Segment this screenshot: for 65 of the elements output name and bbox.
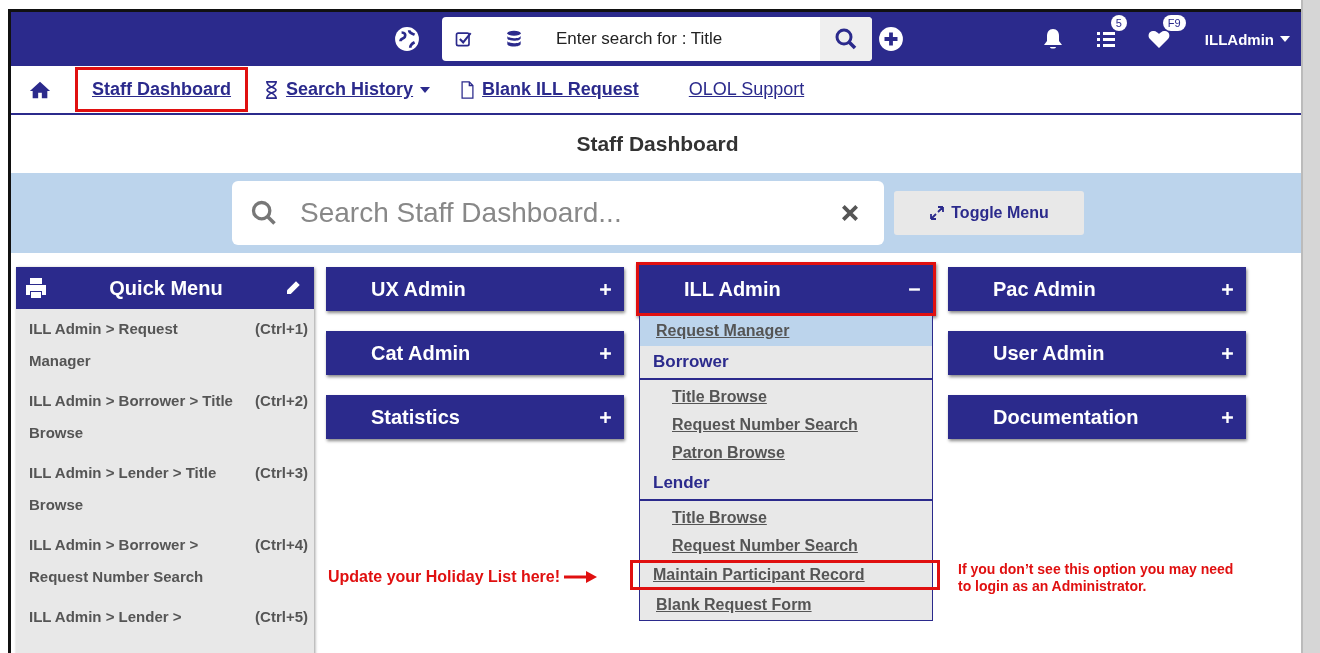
plus-icon	[599, 410, 612, 424]
menu-heading: Borrower	[640, 346, 932, 380]
document-icon[interactable]	[460, 80, 476, 99]
panel-header[interactable]: ILL Admin	[636, 262, 936, 316]
plus-icon	[599, 282, 612, 296]
user-menu[interactable]: ILLAdmin	[1198, 29, 1296, 49]
count-badge: 5	[1110, 15, 1127, 31]
plus-icon	[1221, 346, 1234, 360]
search-placeholder: Enter search for : Title	[556, 29, 724, 49]
nav-link[interactable]: Staff Dashboard	[75, 67, 249, 112]
menu-link[interactable]: Title Browse	[640, 504, 932, 532]
arrow-icon	[564, 570, 599, 584]
printer-icon[interactable]	[24, 276, 48, 300]
search-icon	[834, 27, 858, 51]
database-icon[interactable]	[504, 29, 524, 49]
annotation-text: If you don’t see this option you may need to login as an Administrator.	[958, 561, 1235, 595]
panel-header[interactable]: Cat Admin	[326, 331, 624, 375]
quick-menu-link[interactable]: ILL Admin > Lender >	[29, 601, 234, 633]
quick-menu-link[interactable]: ILL Admin > Lender > Title Browse	[29, 457, 234, 521]
pencil-icon[interactable]	[284, 279, 302, 297]
panel-title: Quick Menu	[108, 276, 224, 300]
search-placeholder: Search Staff Dashboard...	[300, 197, 623, 229]
caret-icon[interactable]	[420, 86, 431, 93]
search-field[interactable]: Search Staff Dashboard...	[232, 181, 884, 245]
toggle-menu-button[interactable]: Toggle Menu	[894, 191, 1084, 235]
quick-menu-link[interactable]: ILL Admin > Borrower > Request Number Search	[29, 529, 234, 593]
panel-header[interactable]: UX Admin	[326, 267, 624, 311]
search-button[interactable]	[820, 17, 872, 61]
caret-icon	[1280, 36, 1290, 42]
panel-header[interactable]: Pac Admin	[948, 267, 1246, 311]
nav-link[interactable]: OLOL Support	[671, 67, 822, 112]
plus-icon	[1221, 410, 1234, 424]
globe-icon[interactable]	[394, 26, 420, 52]
nav-link[interactable]: Blank ILL Request	[475, 67, 656, 112]
plus-icon	[599, 346, 612, 360]
annotation-text: Update your Holiday List here!	[328, 568, 561, 586]
menu-link[interactable]: Request Manager	[640, 316, 932, 346]
shortcut-text: (Ctrl+2)	[255, 391, 308, 411]
close-icon[interactable]	[840, 203, 860, 223]
shortcut-text: (Ctrl+4)	[255, 535, 308, 555]
nav-link[interactable]: Search History	[279, 67, 417, 112]
menu-link[interactable]: Blank Request Form	[640, 590, 932, 620]
shortcut-badge: F9	[1162, 15, 1186, 31]
expand-icon	[929, 205, 946, 221]
add-icon[interactable]	[878, 26, 904, 52]
shortcut-text: (Ctrl+1)	[255, 319, 308, 339]
menu-link[interactable]: Request Number Search	[640, 411, 932, 439]
quick-menu-link[interactable]: ILL Admin > Borrower > Title Browse	[29, 385, 234, 449]
shortcut-text: (Ctrl+3)	[255, 463, 308, 483]
menu-link[interactable]: Patron Browse	[640, 439, 932, 467]
quick-menu-link[interactable]: ILL Admin > Request Manager	[29, 313, 234, 377]
menu-link[interactable]: Title Browse	[640, 383, 932, 411]
menu-link[interactable]: Request Number Search	[640, 532, 932, 560]
search-field[interactable]: Enter search for : Title	[442, 17, 872, 61]
menu-heading: Lender	[640, 467, 932, 501]
hourglass-icon[interactable]	[264, 80, 280, 99]
plus-icon	[1221, 282, 1234, 296]
menu-link[interactable]: Maintain Participant Record	[630, 560, 940, 590]
panel-header[interactable]: Documentation	[948, 395, 1246, 439]
checkbox-icon[interactable]	[454, 29, 474, 49]
shortcut-text: (Ctrl+5)	[255, 607, 308, 627]
search-icon	[250, 199, 278, 227]
panel-header[interactable]: User Admin	[948, 331, 1246, 375]
panel-header[interactable]: Statistics	[326, 395, 624, 439]
page-title: Staff Dashboard	[575, 131, 740, 157]
